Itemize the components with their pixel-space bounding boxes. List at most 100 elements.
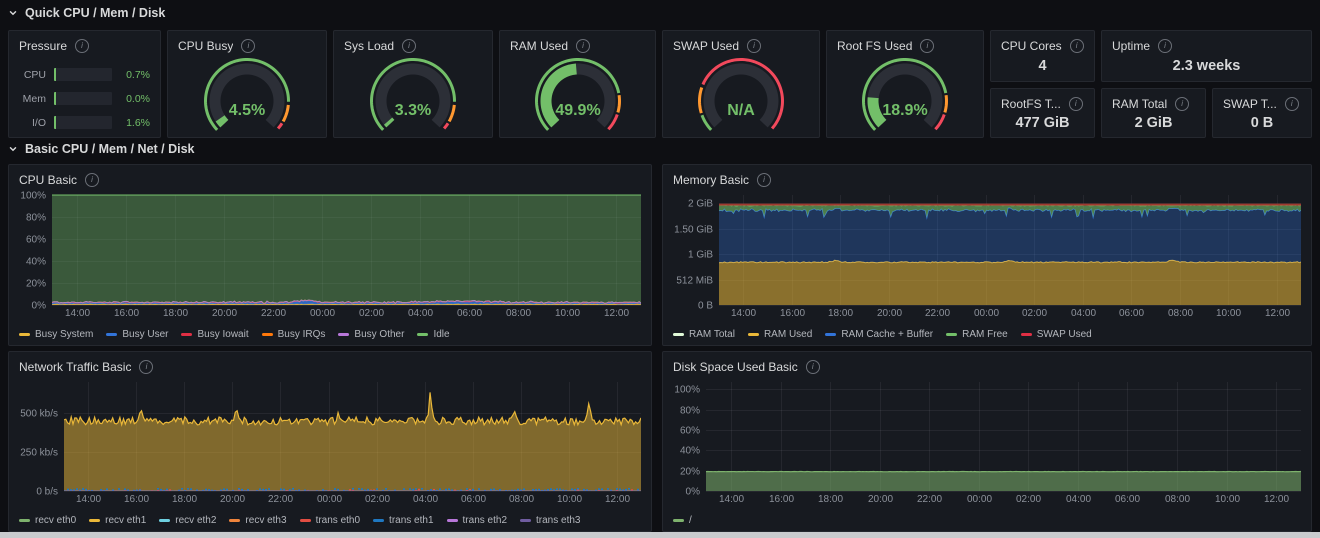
info-icon[interactable]: i	[757, 173, 772, 187]
legend-item-busy-irqs[interactable]: Busy IRQs	[261, 329, 325, 340]
sys-load-gauge-svg: 3.3%	[370, 58, 456, 131]
ram-used-gauge-svg: 49.9%	[534, 58, 621, 131]
ram-used-gauge: 49.9%	[500, 51, 655, 135]
panel-title[interactable]: RootFS T...	[1001, 97, 1061, 111]
legend-color-dash	[106, 333, 118, 336]
legend-item-trans-eth3[interactable]: trans eth3	[520, 515, 581, 526]
pressure-bar-fill	[54, 116, 56, 129]
legend-color-dash	[261, 333, 273, 336]
stat-value: 2 GiB	[1134, 115, 1173, 131]
legend-item-swap-used[interactable]: SWAP Used	[1020, 329, 1092, 340]
panel-title[interactable]: SWAP T...	[1223, 97, 1277, 111]
stat-value: 477 GiB	[1015, 115, 1070, 131]
legend-item-recv-eth2[interactable]: recv eth2	[159, 515, 216, 526]
panel-root-fs-used: Root FS Used i 18.9%	[826, 30, 984, 138]
legend-color-dash	[825, 333, 837, 336]
pressure-value: 0.0%	[126, 92, 150, 105]
panel-network-traffic-basic: Network Traffic Basic i recv eth0 recv eth…	[8, 351, 652, 532]
panel-title[interactable]: Disk Space Used Basic	[673, 360, 798, 374]
legend-item-busy-system[interactable]: Busy System	[19, 329, 93, 340]
pressure-row: Mem 0.0%	[9, 92, 160, 105]
panel-title[interactable]: CPU Basic	[19, 173, 77, 187]
swap-used-gauge: N/A	[663, 51, 819, 135]
pressure-bar	[54, 68, 112, 81]
section-header-basic[interactable]: Basic CPU / Mem / Net / Disk	[8, 142, 195, 156]
disk-space-legend: /	[673, 513, 1307, 528]
legend-item-trans-eth1[interactable]: trans eth1	[373, 515, 434, 526]
legend-item-[interactable]: /	[673, 515, 692, 526]
network-traffic-chart[interactable]	[13, 376, 647, 509]
legend-color-dash	[446, 519, 458, 522]
panel-title[interactable]: CPU Cores	[1001, 39, 1062, 53]
legend-color-dash	[19, 333, 30, 336]
root-fs-used-gauge: 18.9%	[827, 51, 983, 135]
legend-item-recv-eth1[interactable]: recv eth1	[89, 515, 146, 526]
legend-item-recv-eth3[interactable]: recv eth3	[229, 515, 287, 526]
pressure-label: I/O	[31, 116, 46, 129]
legend-label: trans eth0	[315, 515, 361, 526]
panel-title[interactable]: Pressure	[19, 39, 67, 53]
memory-basic-canvas[interactable]	[667, 189, 1307, 323]
cpu-basic-chart[interactable]	[13, 189, 647, 323]
legend-item-trans-eth2[interactable]: trans eth2	[446, 515, 507, 526]
legend-item-trans-eth0[interactable]: trans eth0	[299, 515, 361, 526]
info-icon[interactable]: i	[1175, 97, 1190, 111]
chevron-down-icon	[9, 146, 17, 152]
gauge-value: 4.5%	[229, 102, 265, 119]
legend-color-dash	[673, 519, 684, 522]
pressure-bar	[54, 116, 112, 129]
disk-space-used-basic-canvas[interactable]	[667, 376, 1307, 509]
legend-item-ram-free[interactable]: RAM Free	[946, 329, 1008, 340]
legend-label: RAM Used	[763, 329, 813, 340]
panel-cpu-cores: CPU Cores i 4	[990, 30, 1095, 82]
legend-label: recv eth2	[175, 515, 217, 526]
panel-title[interactable]: Uptime	[1112, 39, 1150, 53]
info-icon[interactable]: i	[1284, 97, 1299, 111]
gauge-value: 3.3%	[395, 102, 431, 119]
legend-label: /	[689, 515, 692, 526]
legend-item-recv-eth0[interactable]: recv eth0	[19, 515, 76, 526]
info-icon[interactable]: i	[1158, 39, 1173, 53]
legend-color-dash	[338, 333, 350, 336]
network-traffic-legend: recv eth0 recv eth1 recv eth2 recv eth3 tran…	[19, 513, 647, 528]
network-traffic-basic-canvas[interactable]	[13, 376, 647, 509]
legend-item-ram-total[interactable]: RAM Total	[673, 329, 735, 340]
gauge-value: 18.9%	[882, 102, 927, 119]
panel-title[interactable]: Network Traffic Basic	[19, 360, 131, 374]
legend-color-dash	[747, 333, 759, 336]
info-icon[interactable]: i	[85, 173, 100, 187]
pressure-value: 1.6%	[126, 116, 150, 129]
memory-basic-legend: RAM Total RAM Used RAM Cache + Buffer RAM F…	[673, 327, 1307, 342]
section-header-quick[interactable]: Quick CPU / Mem / Disk	[8, 6, 165, 20]
horizontal-scrollbar[interactable]	[0, 532, 1320, 538]
sys-load-gauge: 3.3%	[334, 51, 492, 135]
legend-item-ram-used[interactable]: RAM Used	[747, 329, 813, 340]
legend-item-busy-other[interactable]: Busy Other	[338, 329, 404, 340]
info-icon[interactable]: i	[1069, 39, 1084, 53]
panel-title[interactable]: RAM Total	[1112, 97, 1167, 111]
legend-item-busy-user[interactable]: Busy User	[106, 329, 168, 340]
info-icon[interactable]: i	[805, 360, 820, 374]
legend-item-idle[interactable]: Idle	[417, 329, 450, 340]
cpu-basic-canvas[interactable]	[13, 189, 647, 323]
legend-color-dash	[159, 519, 171, 522]
disk-space-chart[interactable]	[667, 376, 1307, 509]
info-icon[interactable]: i	[75, 39, 90, 53]
info-icon[interactable]: i	[139, 360, 154, 374]
legend-item-ram-cache-buffer[interactable]: RAM Cache + Buffer	[825, 329, 933, 340]
legend-item-busy-iowait[interactable]: Busy Iowait	[181, 329, 249, 340]
legend-color-dash	[373, 519, 385, 522]
legend-color-dash	[946, 333, 958, 336]
legend-label: RAM Free	[962, 329, 1008, 340]
info-icon[interactable]: i	[1068, 97, 1083, 111]
memory-basic-chart[interactable]	[667, 189, 1307, 323]
cpu-busy-gauge-svg: 4.5%	[204, 58, 290, 131]
panel-title[interactable]: Memory Basic	[673, 173, 749, 187]
gauge-value: N/A	[727, 102, 755, 119]
legend-color-dash	[89, 519, 101, 522]
legend-label: RAM Cache + Buffer	[841, 329, 934, 340]
panel-cpu-basic: CPU Basic i Busy System Busy User Busy Iowa…	[8, 164, 652, 346]
gauge-value: 49.9%	[555, 102, 600, 119]
legend-label: trans eth3	[536, 515, 581, 526]
legend-label: recv eth0	[35, 515, 77, 526]
